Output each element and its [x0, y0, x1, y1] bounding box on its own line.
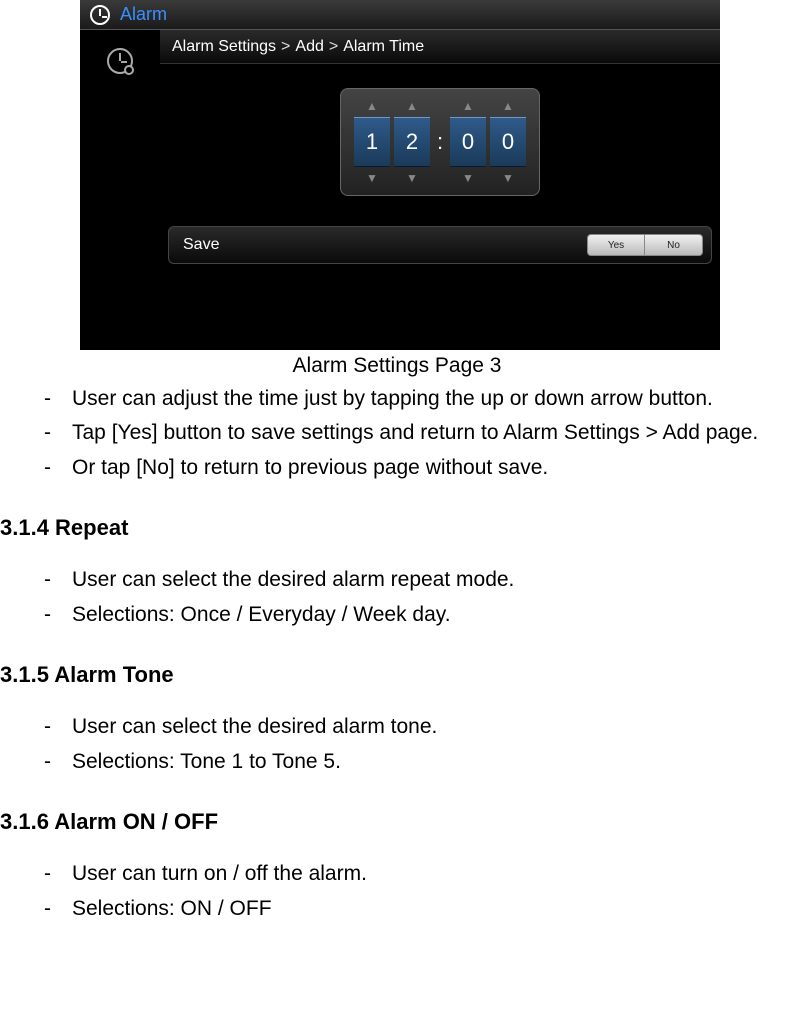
picker-col-min-ones[interactable]: ▲ 0 ▼: [490, 93, 526, 191]
breadcrumb: Alarm Settings > Add > Alarm Time: [160, 30, 720, 64]
figure-caption: Alarm Settings Page 3: [0, 354, 794, 378]
bullet-list-onoff: User can turn on / off the alarm. Select…: [44, 859, 794, 924]
time-colon: :: [432, 93, 448, 191]
list-item: User can select the desired alarm repeat…: [44, 565, 794, 595]
save-row: Save Yes No: [168, 226, 712, 264]
bullet-list-tone: User can select the desired alarm tone. …: [44, 712, 794, 777]
screenshot-sidebar: [80, 30, 160, 350]
list-item: Or tap [No] to return to previous page w…: [44, 453, 794, 483]
breadcrumb-part-1: Alarm Settings: [172, 38, 276, 56]
list-item: Selections: ON / OFF: [44, 894, 794, 924]
picker-value: 0: [450, 117, 486, 167]
arrow-up-icon[interactable]: ▲: [490, 95, 526, 117]
section-heading-repeat: 3.1.4 Repeat: [0, 515, 794, 541]
list-item: Tap [Yes] button to save settings and re…: [44, 418, 794, 448]
list-item: Selections: Tone 1 to Tone 5.: [44, 747, 794, 777]
list-item: User can turn on / off the alarm.: [44, 859, 794, 889]
arrow-down-icon[interactable]: ▼: [394, 167, 430, 189]
arrow-up-icon[interactable]: ▲: [354, 95, 390, 117]
screenshot-header: Alarm: [80, 0, 720, 30]
breadcrumb-part-3: Alarm Time: [343, 38, 424, 56]
breadcrumb-part-2: Add: [295, 38, 323, 56]
list-item: Selections: Once / Everyday / Week day.: [44, 600, 794, 630]
yes-button[interactable]: Yes: [587, 234, 645, 256]
bullet-list-repeat: User can select the desired alarm repeat…: [44, 565, 794, 630]
screenshot-main: Alarm Settings > Add > Alarm Time ▲ 1 ▼ …: [160, 30, 720, 350]
alarm-settings-screenshot: Alarm Alarm Settings > Add > Alarm Time …: [80, 0, 720, 350]
no-button[interactable]: No: [645, 234, 703, 256]
picker-col-hour-tens[interactable]: ▲ 1 ▼: [354, 93, 390, 191]
picker-col-min-tens[interactable]: ▲ 0 ▼: [450, 93, 486, 191]
breadcrumb-separator: >: [281, 38, 290, 56]
picker-value: 0: [490, 117, 526, 167]
save-label: Save: [183, 236, 219, 254]
bullet-list-1: User can adjust the time just by tapping…: [44, 384, 794, 483]
section-heading-onoff: 3.1.6 Alarm ON / OFF: [0, 809, 794, 835]
arrow-up-icon[interactable]: ▲: [450, 95, 486, 117]
arrow-down-icon[interactable]: ▼: [354, 167, 390, 189]
breadcrumb-separator: >: [329, 38, 338, 56]
arrow-up-icon[interactable]: ▲: [394, 95, 430, 117]
header-title: Alarm: [120, 4, 167, 25]
picker-value: 1: [354, 117, 390, 167]
section-heading-tone: 3.1.5 Alarm Tone: [0, 662, 794, 688]
alarm-clock-icon: [90, 5, 110, 25]
alarm-settings-icon[interactable]: [107, 48, 133, 74]
list-item: User can adjust the time just by tapping…: [44, 384, 794, 414]
picker-value: 2: [394, 117, 430, 167]
arrow-down-icon[interactable]: ▼: [490, 167, 526, 189]
list-item: User can select the desired alarm tone.: [44, 712, 794, 742]
picker-col-hour-ones[interactable]: ▲ 2 ▼: [394, 93, 430, 191]
save-buttons: Yes No: [587, 234, 703, 256]
arrow-down-icon[interactable]: ▼: [450, 167, 486, 189]
time-picker[interactable]: ▲ 1 ▼ ▲ 2 ▼ : ▲ 0 ▼ ▲ 0 ▼: [340, 88, 540, 196]
gear-icon: [124, 65, 134, 75]
